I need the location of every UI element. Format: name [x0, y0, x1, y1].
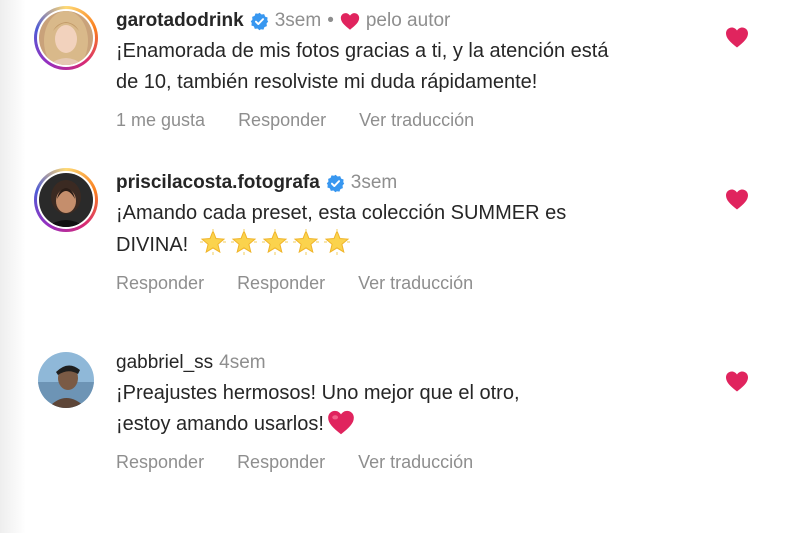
glowing-star-emoji [199, 229, 226, 255]
comment-text-line: ¡Enamorada de mis fotos gracias a ti, y … [116, 40, 609, 62]
verified-badge-icon [326, 174, 345, 193]
comments-page: garotadodrink 3sem • pelo autor ¡Enamora… [0, 0, 800, 533]
comment-text-line: ¡Amando cada preset, esta colección SUMM… [116, 202, 567, 224]
reply-button[interactable]: Responder [116, 273, 204, 294]
avatar-photo-icon [39, 11, 93, 65]
avatar-photo-icon [39, 173, 93, 227]
like-heart-icon[interactable] [725, 26, 749, 48]
avatar-priscilacosta[interactable] [34, 168, 98, 232]
left-edge [0, 0, 26, 533]
like-heart-icon[interactable] [725, 370, 749, 392]
see-translation-button[interactable]: Ver traducción [359, 110, 474, 131]
like-heart-icon[interactable] [725, 188, 749, 210]
reply-button[interactable]: Responder [238, 110, 326, 131]
separator-dot: • [327, 10, 334, 31]
liked-by-author-label: pelo autor [365, 10, 451, 31]
comment-text: ¡Preajustes hermosos! Uno mejor que el o… [116, 378, 716, 440]
comment-text-line: DIVINA! [116, 229, 716, 261]
red-heart-emoji [328, 410, 354, 435]
username[interactable]: gabbriel_ss [116, 352, 213, 374]
comment-actions: Responder Responder Ver traducción [116, 452, 716, 473]
comment-text-line: de 10, también resolviste mi duda rápida… [116, 71, 538, 93]
see-translation-button[interactable]: Ver traducción [358, 273, 473, 294]
avatar-garotadodrink[interactable] [34, 6, 98, 70]
avatar-photo-icon [38, 352, 94, 408]
reply-button[interactable]: Responder [237, 452, 325, 473]
comment-actions: 1 me gusta Responder Ver traducción [116, 110, 716, 131]
reply-button[interactable]: Responder [116, 452, 204, 473]
comment-text: ¡Amando cada preset, esta colección SUMM… [116, 198, 716, 261]
comment-text: ¡Enamorada de mis fotos gracias a ti, y … [116, 36, 716, 98]
comment-time: 3sem [350, 172, 398, 193]
heart-icon [340, 11, 360, 31]
likes-count-button[interactable]: 1 me gusta [116, 110, 205, 131]
username[interactable]: garotadodrink [116, 10, 244, 32]
comment-text-line: ¡estoy amando usarlos! [116, 409, 716, 440]
comment-actions: Responder Responder Ver traducción [116, 273, 716, 294]
see-translation-button[interactable]: Ver traducción [358, 452, 473, 473]
reply-button[interactable]: Responder [237, 273, 325, 294]
glowing-star-emoji [261, 229, 288, 255]
glowing-star-emoji [292, 229, 319, 255]
glowing-star-emoji [230, 229, 257, 255]
glowing-star-emoji [323, 229, 350, 255]
avatar-gabbriel_ss[interactable] [34, 348, 98, 412]
verified-badge-icon [250, 12, 269, 31]
comment-time: 3sem [274, 10, 322, 31]
comment-time: 4sem [219, 352, 266, 373]
username[interactable]: priscilacosta.fotografa [116, 172, 320, 194]
comment-text-line: ¡Preajustes hermosos! Uno mejor que el o… [116, 382, 520, 404]
